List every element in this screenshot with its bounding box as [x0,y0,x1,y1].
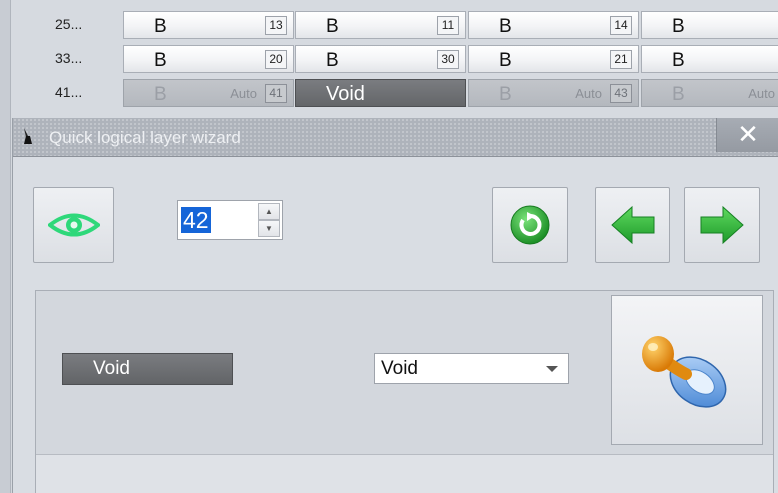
layer-cell[interactable]: B Auto 43 [468,79,639,107]
layer-cell[interactable]: Void [295,79,466,107]
layer-cell[interactable]: B [641,11,778,39]
cell-letter: B [326,16,339,37]
cell-number-badge: 13 [265,16,287,35]
close-button[interactable]: ✕ [716,118,778,152]
dialog-title: Quick logical layer wizard [49,128,241,147]
auto-label: Auto [230,86,257,101]
layer-cell[interactable]: B 11 [295,11,466,39]
cell-letter: B [499,50,512,71]
cell-letter: B [154,16,167,37]
current-layer-chip: Void [62,353,233,385]
layer-cell[interactable]: B [641,45,778,73]
layer-cell[interactable]: B 21 [468,45,639,73]
spin-up-button[interactable]: ▲ [258,203,280,220]
cell-letter: B [672,50,685,71]
layer-assignment-panel: Void Void [35,290,774,493]
layer-cell[interactable]: B 20 [123,45,294,73]
chevron-down-icon[interactable] [546,366,558,372]
layer-type-dropdown[interactable]: Void [374,353,569,384]
cell-number-badge: 14 [610,16,632,35]
auto-label: Auto [748,86,775,101]
next-button[interactable] [684,187,760,263]
row-header: 33... [20,45,120,73]
preview-button[interactable] [33,187,114,263]
layer-cell[interactable]: B 14 [468,11,639,39]
refresh-icon [510,205,550,245]
layer-cell[interactable]: B Auto 41 [123,79,294,107]
left-panel-edge [0,0,11,493]
layer-cell[interactable]: B Auto [641,79,778,107]
cell-letter: B [499,84,512,105]
void-label: Void [326,83,365,105]
arrow-left-icon [610,205,654,245]
cell-letter: B [672,16,685,37]
refresh-button[interactable] [492,187,568,263]
cell-number-badge: 21 [610,50,632,69]
cell-number-badge: 41 [265,84,287,103]
eye-icon [47,213,100,237]
spin-down-button[interactable]: ▼ [258,220,280,237]
pacifier-icon [642,336,727,408]
apply-button[interactable] [611,295,763,445]
layer-number-value[interactable]: 42 [181,207,211,233]
auto-label: Auto [575,86,602,101]
quick-logical-layer-wizard-dialog: Quick logical layer wizard ✕ 42 ▲ ▼ Void… [12,118,778,493]
cell-letter: B [499,16,512,37]
dialog-titlebar[interactable]: Quick logical layer wizard ✕ [13,118,778,157]
row-header: 25... [20,11,120,39]
previous-button[interactable] [595,187,670,263]
cell-number-badge: 11 [437,16,459,35]
layer-type-selected: Void [381,358,418,379]
cell-letter: B [672,84,685,105]
layer-grid: 25... B 13 B 11 B 14 B 33... B 20 B 30 B 21 B 41... B Auto… [0,0,778,122]
wizard-wand-icon [24,128,32,144]
cell-letter: B [154,84,167,105]
layer-number-spinner[interactable]: 42 ▲ ▼ [177,200,283,240]
cell-letter: B [326,50,339,71]
row-header: 41... [20,79,120,107]
cell-number-badge: 20 [265,50,287,69]
cell-letter: B [154,50,167,71]
layer-cell[interactable]: B 13 [123,11,294,39]
layer-cell[interactable]: B 30 [295,45,466,73]
cell-number-badge: 43 [610,84,632,103]
arrow-right-icon [700,205,744,245]
cell-number-badge: 30 [437,50,459,69]
panel-footer [36,454,773,493]
